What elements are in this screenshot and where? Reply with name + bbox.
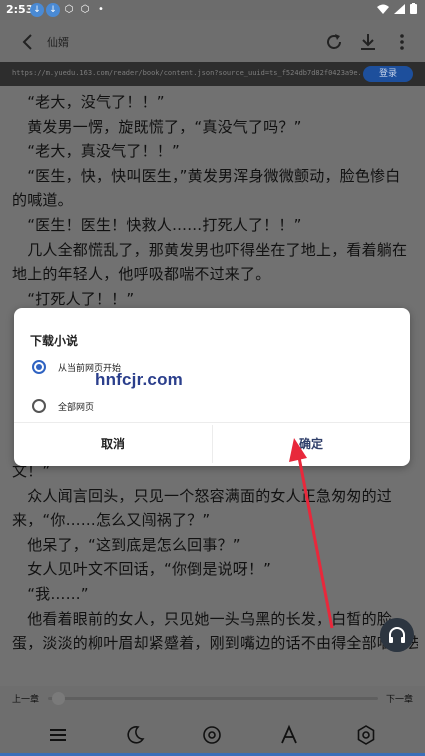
headphones-button[interactable] [380, 618, 414, 652]
prev-chapter-button[interactable]: 上一章 [12, 692, 39, 705]
reader-line: “老大，没气了！！” [12, 93, 165, 111]
chapter-row: 上一章 下一章 [0, 686, 425, 710]
reader-line: “医生，快，快叫医生，”黄发男浑身微微颤动，脸色惨白 [12, 166, 401, 185]
progress-thumb[interactable] [51, 692, 65, 705]
progress-slider[interactable] [48, 692, 378, 705]
ok-button[interactable]: 确定 [212, 424, 410, 464]
notification-icons: ↓ ↓ ⬡ ⬡ • [30, 3, 108, 17]
reader-line: 地上的年轻人，他呼吸都喘不过来了。 [12, 265, 271, 284]
reader-line: “我……” [12, 585, 89, 603]
reader-line: 几人全都慌乱了，那黄发男也吓得坐在了地上，看着躺在 [12, 240, 408, 259]
cancel-button[interactable]: 取消 [14, 424, 212, 464]
url-text: https://m.yuedu.163.com/reader/book/cont… [12, 69, 360, 77]
login-button[interactable]: 登录 [363, 66, 413, 82]
menu-icon[interactable] [47, 724, 69, 746]
app-bar: 仙婿 [0, 20, 425, 62]
reader-line: 众人闻言回头，只见一个怒容满面的女人正急匆匆的过 [12, 486, 393, 505]
reader-line: 蛋，淡淡的柳叶眉却紧蹙着，刚到嘴边的话不由得全部咽回去 [12, 634, 418, 653]
wifi-icon [377, 4, 389, 14]
system-icons [377, 3, 417, 14]
reader-line: 的喊道。 [12, 191, 73, 210]
reader-bottom-bar: 上一章 下一章 [0, 686, 425, 756]
disc-icon[interactable] [201, 724, 223, 746]
reader-toolbar [0, 714, 425, 754]
dialog-title: 下载小说 [30, 334, 79, 348]
back-arrow-icon[interactable] [16, 30, 40, 54]
reader-line: 他呆了，“这到底是怎么回事？” [12, 535, 241, 554]
download-dialog: 下载小说 从当前网页开始 全部网页 取消 确定 [14, 308, 410, 466]
settings-icon[interactable] [355, 724, 377, 746]
next-chapter-button[interactable]: 下一章 [386, 692, 413, 705]
moon-icon[interactable] [124, 724, 146, 746]
radio-button[interactable] [32, 360, 46, 374]
url-bar: https://m.yuedu.163.com/reader/book/cont… [0, 62, 425, 86]
radio-option-all-pages[interactable]: 全部网页 [32, 399, 94, 413]
radio-label: 全部网页 [58, 402, 95, 413]
watermark: hnfcjr.com [95, 370, 183, 389]
download-icon[interactable] [356, 30, 380, 54]
more-vert-icon[interactable] [390, 30, 414, 54]
reader-line: “医生！医生！快救人……打死人了！！” [12, 216, 302, 234]
reader-line: “打死人了！！” [12, 289, 135, 308]
page-title: 仙婿 [47, 36, 69, 49]
font-icon[interactable] [278, 724, 300, 746]
download-icon: ↓ [46, 3, 60, 17]
box-icon: ⬡ [80, 4, 90, 15]
radio-button[interactable] [32, 399, 46, 413]
status-bar: 2:53 ↓ ↓ ⬡ ⬡ • [0, 0, 425, 20]
download-icon: ↓ [30, 3, 44, 17]
battery-icon [410, 3, 417, 14]
reader-line: 女人见叶文不回话，“你倒是说呀！” [12, 560, 272, 579]
box-icon: ⬡ [64, 4, 74, 15]
reader-line: 他看着眼前的女人，只见她一头乌黑的长发，白皙的脸 [12, 609, 393, 628]
dialog-divider [14, 422, 410, 423]
reader-line: “老大，真没气了！！” [12, 142, 180, 161]
reader-line: 来，“你……怎么又闯祸了？” [12, 511, 211, 530]
signal-icon [394, 3, 405, 14]
dot-icon: • [98, 4, 104, 15]
reader-line: 黄发男一愣，旋既慌了，“真没气了吗？” [12, 117, 302, 136]
refresh-icon[interactable] [322, 30, 346, 54]
